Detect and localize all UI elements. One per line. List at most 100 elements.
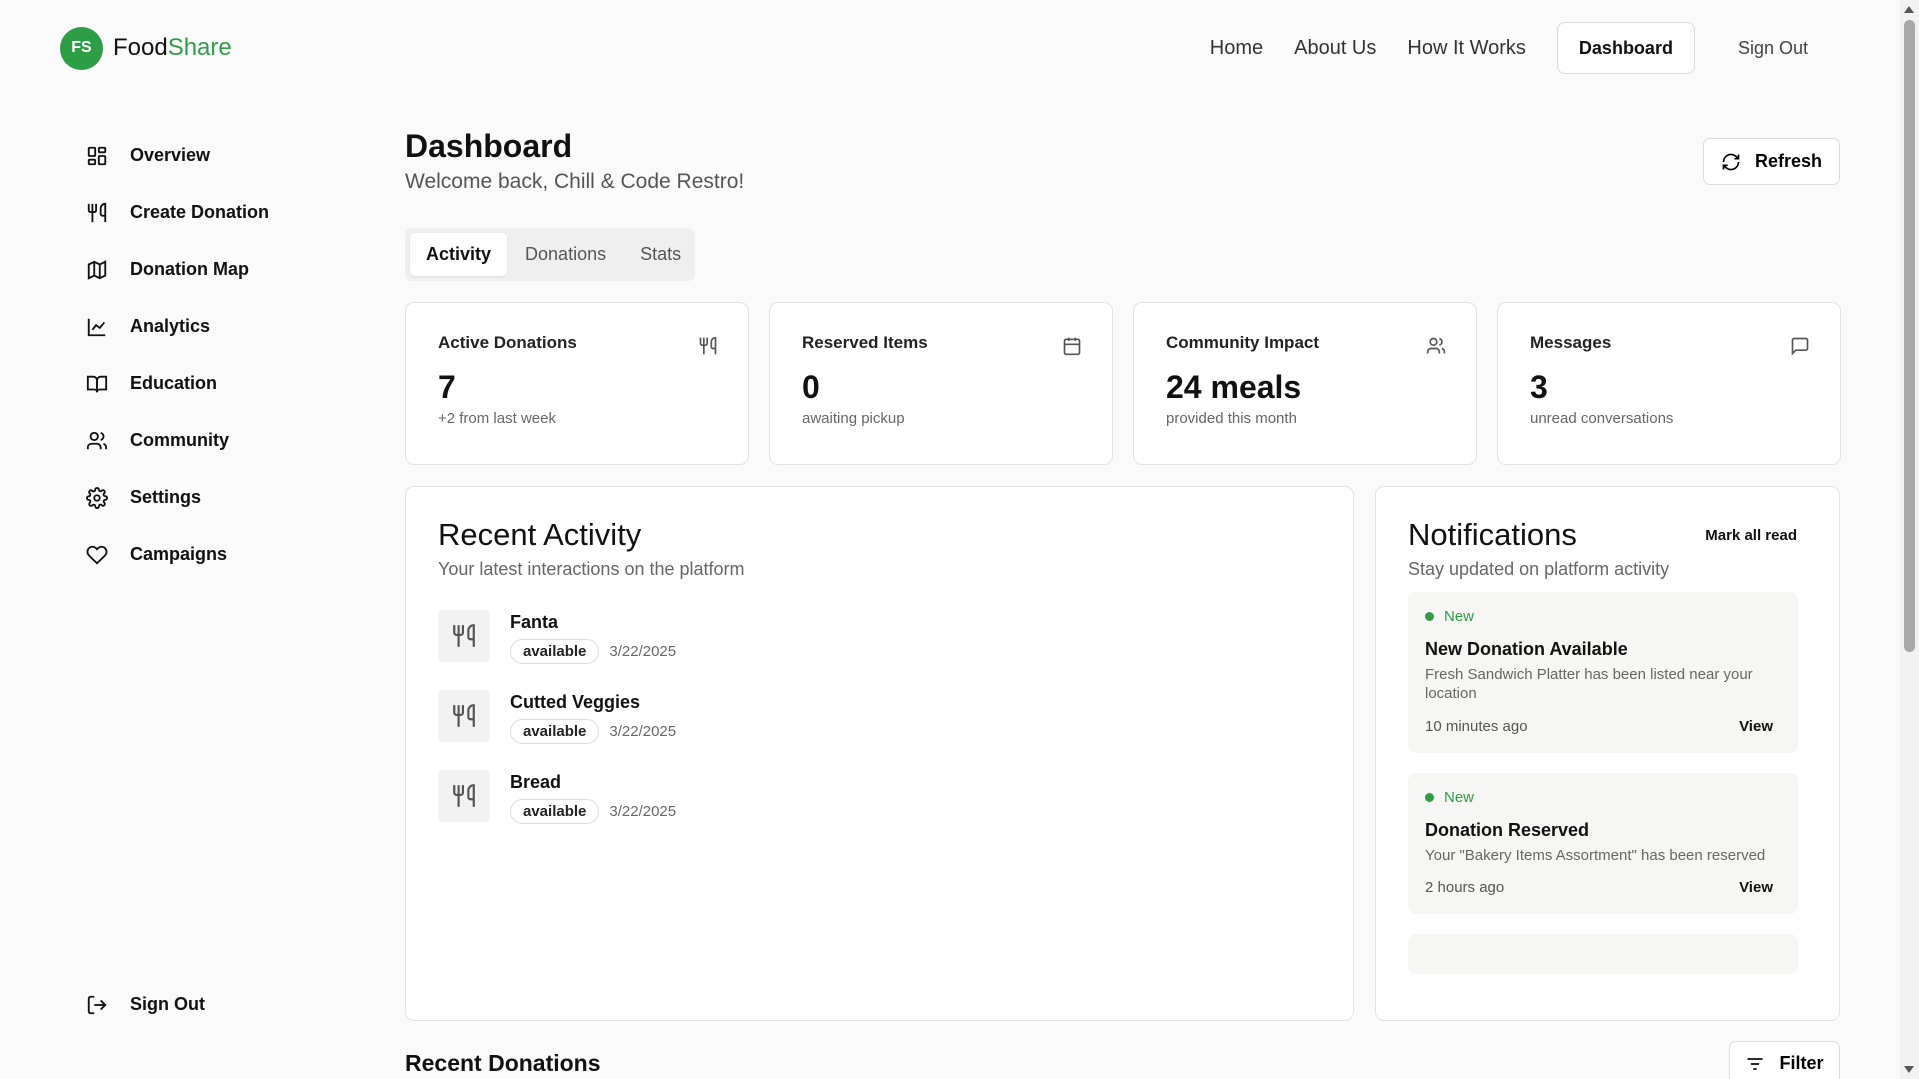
new-tag: New xyxy=(1444,608,1475,625)
list-item[interactable]: Bread available 3/22/2025 xyxy=(438,770,1321,850)
refresh-button[interactable]: Refresh xyxy=(1703,138,1840,185)
tab-activity[interactable]: Activity xyxy=(410,233,508,276)
filter-icon xyxy=(1747,1057,1763,1070)
notification-item[interactable]: New New Donation Available Fresh Sandwic… xyxy=(1408,592,1798,753)
stat-card-community-impact: Community Impact 24 meals provided this … xyxy=(1133,302,1477,465)
chart-icon xyxy=(87,318,106,336)
users-icon xyxy=(1426,337,1446,354)
stat-value: 3 xyxy=(1530,369,1548,405)
recent-activity-card: Recent Activity Your latest interactions… xyxy=(405,486,1354,1021)
gear-icon xyxy=(86,486,108,509)
activity-name: Cutted Veggies xyxy=(510,692,641,712)
sidebar-item-donation-map[interactable]: Donation Map xyxy=(86,241,366,298)
sidebar-item-label: Overview xyxy=(130,145,211,165)
tab-donations[interactable]: Donations xyxy=(509,233,622,276)
scrollbar[interactable] xyxy=(1900,0,1919,1079)
stat-value: 24 meals xyxy=(1166,369,1302,405)
sidebar-item-settings[interactable]: Settings xyxy=(86,469,366,526)
mark-all-read-button[interactable]: Mark all read xyxy=(1705,527,1797,544)
sidebar-item-label: Campaigns xyxy=(130,544,228,564)
notification-title: Donation Reserved xyxy=(1425,819,1590,840)
stat-card-reserved-items: Reserved Items 0 awaiting pickup xyxy=(769,302,1113,465)
message-icon xyxy=(1791,337,1809,356)
view-button[interactable]: View xyxy=(1739,718,1773,735)
activity-name: Bread xyxy=(510,772,562,792)
filter-button[interactable]: Filter xyxy=(1729,1041,1840,1079)
stats-row: Active Donations 7 +2 from last week Res… xyxy=(405,302,1841,465)
status-badge: available xyxy=(510,719,600,744)
notifications-subtitle: Stay updated on platform activity xyxy=(1408,559,1670,579)
brand-name-prefix: Food xyxy=(113,34,168,61)
activity-date: 3/22/2025 xyxy=(609,643,677,660)
sidebar: Overview Create Donation Donation Map An… xyxy=(86,127,366,583)
sidebar-sign-out-label: Sign Out xyxy=(130,994,205,1014)
notification-title: New Donation Available xyxy=(1425,639,1628,659)
notification-time: 10 minutes ago xyxy=(1425,717,1528,735)
sidebar-item-overview[interactable]: Overview xyxy=(86,127,366,184)
notification-description: Fresh Sandwich Platter has been listed n… xyxy=(1425,666,1753,702)
view-button[interactable]: View xyxy=(1739,879,1773,896)
sidebar-item-analytics[interactable]: Analytics xyxy=(86,298,366,355)
scroll-thumb[interactable] xyxy=(1904,20,1915,652)
stat-card-active-donations: Active Donations 7 +2 from last week xyxy=(405,302,749,465)
sidebar-item-community[interactable]: Community xyxy=(86,412,366,469)
notification-item[interactable]: New Donation Reserved Your "Bakery Items… xyxy=(1408,772,1798,915)
dashboard-tabs: Activity Donations Stats xyxy=(405,228,695,281)
sidebar-item-label: Donation Map xyxy=(130,259,249,279)
notifications-card: Notifications Mark all read Stay updated… xyxy=(1375,486,1840,1021)
refresh-label: Refresh xyxy=(1754,151,1823,171)
activity-list: Fanta available 3/22/2025 Cutted Veggies… xyxy=(438,610,1321,850)
tab-stats[interactable]: Stats xyxy=(624,233,697,276)
sidebar-item-campaigns[interactable]: Campaigns xyxy=(86,526,366,583)
stat-label: Community Impact xyxy=(1166,333,1320,352)
brand-logo[interactable]: FS FoodShare xyxy=(60,26,232,70)
book-icon xyxy=(86,375,108,392)
refresh-icon xyxy=(1722,153,1740,170)
stat-note: unread conversations xyxy=(1530,410,1674,427)
page-subtitle: Welcome back, Chill & Code Restro! xyxy=(405,170,745,193)
grid-icon xyxy=(87,146,107,165)
main-content: Dashboard Welcome back, Chill & Code Res… xyxy=(405,0,1841,1079)
brand-name-accent: Share xyxy=(167,34,232,61)
utensils-icon xyxy=(438,770,490,822)
sidebar-item-education[interactable]: Education xyxy=(86,355,366,412)
scroll-up-arrow-icon[interactable] xyxy=(1904,6,1914,13)
stat-value: 7 xyxy=(438,369,456,405)
filter-label: Filter xyxy=(1779,1053,1824,1073)
log-out-icon xyxy=(87,995,107,1014)
notification-description: Your "Bakery Items Assortment" has been … xyxy=(1425,846,1766,864)
brand-name: FoodShare xyxy=(113,34,232,62)
new-dot-icon xyxy=(1425,612,1434,621)
stat-note: awaiting pickup xyxy=(802,410,905,427)
activity-date: 3/22/2025 xyxy=(609,803,677,820)
new-dot-icon xyxy=(1425,792,1434,802)
recent-activity-subtitle: Your latest interactions on the platform xyxy=(438,559,745,579)
sidebar-item-label: Settings xyxy=(130,487,202,507)
users-icon xyxy=(86,431,108,449)
scroll-down-arrow-icon[interactable] xyxy=(1904,1066,1914,1073)
stat-label: Reserved Items xyxy=(802,333,928,352)
status-badge: available xyxy=(510,639,600,664)
activity-name: Fanta xyxy=(510,612,559,632)
stat-label: Messages xyxy=(1530,333,1612,352)
heart-icon xyxy=(86,545,108,565)
utensils-icon xyxy=(87,202,107,222)
new-tag: New xyxy=(1444,788,1475,806)
list-item[interactable]: Fanta available 3/22/2025 xyxy=(438,610,1321,690)
sidebar-item-label: Create Donation xyxy=(130,202,270,222)
sidebar-item-label: Education xyxy=(130,373,218,393)
recent-activity-title: Recent Activity xyxy=(438,517,642,552)
utensils-icon xyxy=(699,336,717,355)
calendar-icon xyxy=(1063,337,1081,356)
recent-donations-title: Recent Donations xyxy=(405,1050,601,1076)
status-badge: available xyxy=(510,799,600,824)
notifications-title: Notifications xyxy=(1408,517,1577,552)
list-item[interactable]: Cutted Veggies available 3/22/2025 xyxy=(438,690,1321,770)
notification-time: 2 hours ago xyxy=(1425,879,1505,897)
utensils-icon xyxy=(438,610,490,662)
stat-label: Active Donations xyxy=(438,333,577,352)
map-icon xyxy=(87,259,107,280)
sidebar-sign-out[interactable]: Sign Out xyxy=(86,976,205,1033)
sidebar-item-create-donation[interactable]: Create Donation xyxy=(86,184,366,241)
utensils-icon xyxy=(438,690,490,742)
